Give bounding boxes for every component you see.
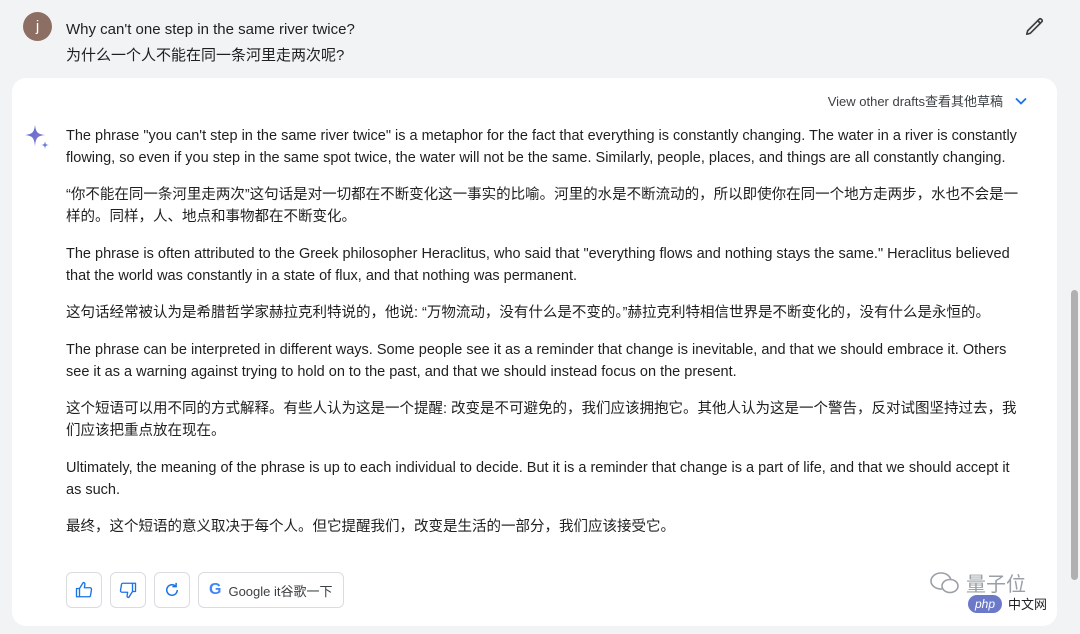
- response-paragraph: The phrase is often attributed to the Gr…: [66, 246, 1010, 284]
- regenerate-button[interactable]: [154, 572, 190, 608]
- scrollbar[interactable]: [1071, 290, 1078, 580]
- pencil-icon[interactable]: [1024, 15, 1046, 37]
- sparkle-icon: [25, 125, 49, 149]
- user-prompt: Why can't one step in the same river twi…: [66, 17, 355, 69]
- wechat-icon: [930, 571, 959, 593]
- thumbs-down-button[interactable]: [110, 572, 146, 608]
- php-badge: php: [968, 594, 1003, 613]
- response-paragraph: The phrase can be interpreted in differe…: [66, 342, 1007, 380]
- thumbs-up-button[interactable]: [66, 572, 102, 608]
- prompt-text-zh: 为什么一个人不能在同一条河里走两次呢?: [66, 47, 345, 64]
- google-g-icon: G: [209, 581, 222, 598]
- response-body: The phrase "you can't step in the same r…: [66, 125, 1028, 553]
- user-avatar: j: [23, 12, 52, 41]
- view-drafts-toggle[interactable]: View other drafts查看其他草稿: [828, 91, 1029, 110]
- thumbs-down-icon: [119, 582, 137, 599]
- response-paragraph: “你不能在同一条河里走两次”这句话是对一切都在不断变化这一事实的比喻。河里的水是…: [66, 187, 1019, 225]
- refresh-icon: [166, 582, 178, 596]
- response-paragraph: The phrase "you can't step in the same r…: [66, 128, 1017, 166]
- response-paragraph: 这个短语可以用不同的方式解释。有些人认为这是一个提醒: 改变是不可避免的，我们应…: [66, 401, 1017, 439]
- thumbs-up-icon: [75, 581, 93, 598]
- response-card: View other drafts查看其他草稿 The phrase "you …: [12, 78, 1057, 626]
- chevron-down-icon: [1015, 97, 1027, 105]
- response-actions: G Google it谷歌一下: [66, 572, 344, 608]
- response-paragraph: Ultimately, the meaning of the phrase is…: [66, 460, 1010, 498]
- watermark-site: php 中文网: [968, 594, 1047, 613]
- prompt-text-en: Why can't one step in the same river twi…: [66, 21, 355, 38]
- response-paragraph: 最终，这个短语的意义取决于每个人。但它提醒我们，改变是生活的一部分，我们应该接受…: [66, 519, 675, 535]
- watermark: 量子位: [930, 568, 1026, 597]
- response-paragraph: 这句话经常被认为是希腊哲学家赫拉克利特说的，他说: “万物流动，没有什么是不变的…: [66, 305, 990, 321]
- watermark-name: 量子位: [966, 574, 1026, 596]
- google-it-button[interactable]: G Google it谷歌一下: [198, 572, 344, 608]
- google-it-label: Google it谷歌一下: [228, 583, 333, 599]
- view-drafts-label: View other drafts查看其他草稿: [827, 94, 1003, 109]
- watermark-site-label: 中文网: [1008, 597, 1048, 612]
